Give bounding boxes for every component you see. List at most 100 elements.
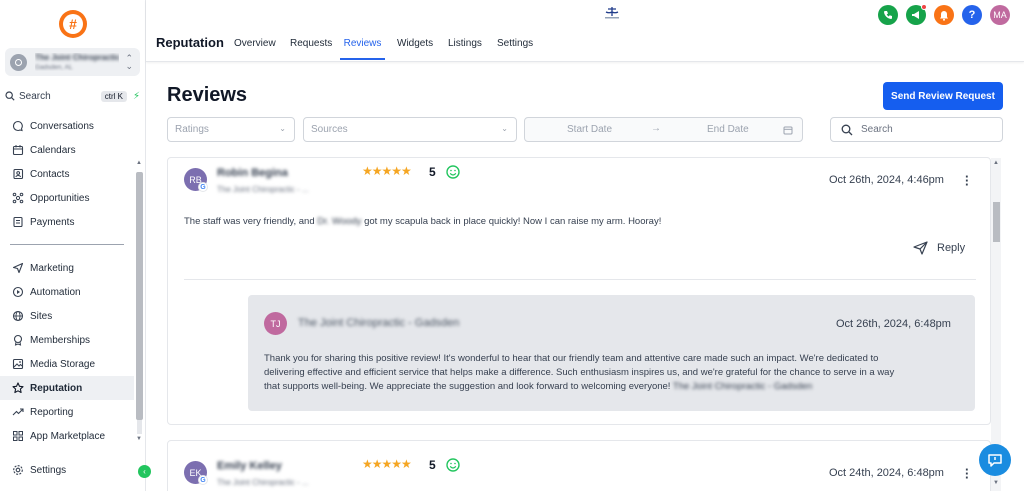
chat-icon <box>11 120 24 133</box>
reply-text: Thank you for sharing this positive revi… <box>264 352 964 394</box>
smile-icon <box>446 458 460 472</box>
bell-icon[interactable] <box>934 5 954 25</box>
sidebar-item-settings[interactable]: Settings <box>0 458 134 482</box>
sidebar-item-label: Contacts <box>30 168 70 180</box>
sidebar-item-label: Payments <box>30 216 75 228</box>
collapse-sidebar-icon[interactable]: ‹ <box>138 465 151 478</box>
shortcut-badge: ctrl K <box>100 90 127 102</box>
tab-reviews[interactable]: Reviews <box>340 38 385 60</box>
smile-icon <box>446 165 460 179</box>
sidebar-item-label: Media Storage <box>30 358 96 370</box>
google-icon: G <box>198 182 208 192</box>
star-rating: ★★★★★ <box>362 457 412 471</box>
tab-listings[interactable]: Listings <box>448 38 482 60</box>
chevron-updown-icon: ⌃ ⌄ <box>125 53 133 71</box>
calendar-icon <box>783 126 793 135</box>
sidebar-item-label: App Marketplace <box>30 430 106 442</box>
location-switcher[interactable]: The Joint Chiropractic - ... Gadsden, AL… <box>5 48 140 76</box>
sidebar-item-automation[interactable]: Automation <box>0 280 134 304</box>
reply-text-part: that supports well-being. We appreciate … <box>264 381 671 392</box>
sidebar-item-label: Marketing <box>30 262 74 274</box>
star-icon <box>11 382 24 395</box>
scroll-down-icon[interactable]: ▼ <box>993 480 999 486</box>
tab-settings[interactable]: Settings <box>497 38 533 60</box>
phone-icon[interactable] <box>878 5 898 25</box>
send-review-request-button[interactable]: Send Review Request <box>883 82 1003 110</box>
sidebar-item-opportunities[interactable]: Opportunities <box>0 186 134 210</box>
location-name: The Joint Chiropractic - ... <box>35 53 119 62</box>
sidebar-search-label: Search <box>19 90 51 102</box>
search-icon <box>5 91 15 101</box>
date-range-picker[interactable]: Start Date → End Date <box>524 117 803 142</box>
reviewer-business: The Joint Chiropractic - ... <box>217 478 309 487</box>
location-sub: Gadsden, AL <box>35 64 73 71</box>
scroll-up-icon[interactable]: ▲ <box>136 160 142 166</box>
more-options-icon[interactable]: · · · <box>965 170 969 191</box>
sidebar-item-label: Automation <box>30 286 81 298</box>
reply-text-redacted: The Joint Chiropractic - Gadsden <box>672 381 813 392</box>
reviewer-name: Emily Kelley <box>217 460 282 472</box>
rating-value: 5 <box>429 458 436 472</box>
sidebar-scrollbar[interactable]: ▲ ▼ <box>135 160 143 450</box>
membership-icon <box>11 334 24 347</box>
main-scroll-thumb[interactable] <box>993 202 1000 242</box>
scroll-down-icon[interactable]: ▼ <box>136 436 142 442</box>
chart-line-icon <box>11 406 24 419</box>
reply-text-line: delivering effective and efficient servi… <box>264 367 895 378</box>
search-placeholder: Search <box>861 124 893 135</box>
rating-value: 5 <box>429 165 436 179</box>
help-icon[interactable]: ? <box>962 5 982 25</box>
reviewer-name: Robin Begina <box>217 167 288 179</box>
ratings-filter[interactable]: Ratings ⌄ <box>167 117 295 142</box>
contacts-icon <box>11 168 24 181</box>
review-date: Oct 24th, 2024, 6:48pm <box>829 467 944 479</box>
reply-button[interactable]: Reply <box>913 241 965 255</box>
automation-icon <box>11 286 24 299</box>
sources-filter-label: Sources <box>311 124 348 135</box>
sidebar-scroll-thumb[interactable] <box>136 172 143 420</box>
sources-filter[interactable]: Sources ⌄ <box>303 117 517 142</box>
section-title: Reputation <box>156 35 224 50</box>
company-logo-icon <box>605 7 619 19</box>
sidebar-item-memberships[interactable]: Memberships <box>0 328 134 352</box>
reply-date: Oct 26th, 2024, 6:48pm <box>836 318 951 330</box>
end-date-field[interactable]: End Date <box>707 124 749 135</box>
chat-widget-icon[interactable] <box>979 444 1011 476</box>
sidebar-item-sites[interactable]: Sites <box>0 304 134 328</box>
megaphone-icon[interactable] <box>906 4 927 25</box>
more-options-icon[interactable]: · · · <box>965 463 969 484</box>
sidebar-item-contacts[interactable]: Contacts <box>0 162 134 186</box>
notification-dot <box>921 4 927 10</box>
start-date-field[interactable]: Start Date <box>567 124 612 135</box>
tab-overview[interactable]: Overview <box>234 38 276 60</box>
sidebar-item-reputation[interactable]: Reputation <box>0 376 134 400</box>
main-scrollbar[interactable]: ▲ ▼ <box>991 158 1001 491</box>
sidebar-item-reporting[interactable]: Reporting <box>0 400 134 424</box>
sidebar-item-label: Conversations <box>30 120 94 132</box>
brand-logo[interactable]: # <box>59 10 87 38</box>
business-avatar: TJ <box>264 312 287 335</box>
sidebar-item-app-marketplace[interactable]: App Marketplace <box>0 424 134 448</box>
sidebar-item-label: Opportunities <box>30 192 90 204</box>
user-avatar[interactable]: MA <box>990 5 1010 25</box>
sidebar-item-calendars[interactable]: Calendars <box>0 138 134 162</box>
review-card: RB G Robin Begina The Joint Chiropractic… <box>167 157 991 425</box>
scroll-up-icon[interactable]: ▲ <box>993 160 999 166</box>
send-icon <box>913 241 928 255</box>
review-search-input[interactable]: Search <box>830 117 1003 142</box>
review-text-redacted: Dr. Woody <box>317 216 362 227</box>
reply-text-line: Thank you for sharing this positive revi… <box>264 353 879 364</box>
sidebar-search[interactable]: Search ctrl K ⚡ <box>5 87 140 105</box>
globe-icon <box>11 310 24 323</box>
tab-widgets[interactable]: Widgets <box>397 38 433 60</box>
sidebar-item-conversations[interactable]: Conversations <box>0 114 134 138</box>
sidebar-item-payments[interactable]: Payments <box>0 210 134 234</box>
reply-button-label: Reply <box>937 242 966 254</box>
business-reply: TJ The Joint Chiropractic - Gadsden Oct … <box>248 295 975 411</box>
sidebar-item-media-storage[interactable]: Media Storage <box>0 352 134 376</box>
bolt-icon[interactable]: ⚡ <box>133 91 140 102</box>
tab-requests[interactable]: Requests <box>290 38 332 60</box>
reviewer-business: The Joint Chiropractic - ... <box>217 185 309 194</box>
sidebar-item-label: Memberships <box>30 334 91 346</box>
sidebar-item-marketing[interactable]: Marketing <box>0 256 134 280</box>
